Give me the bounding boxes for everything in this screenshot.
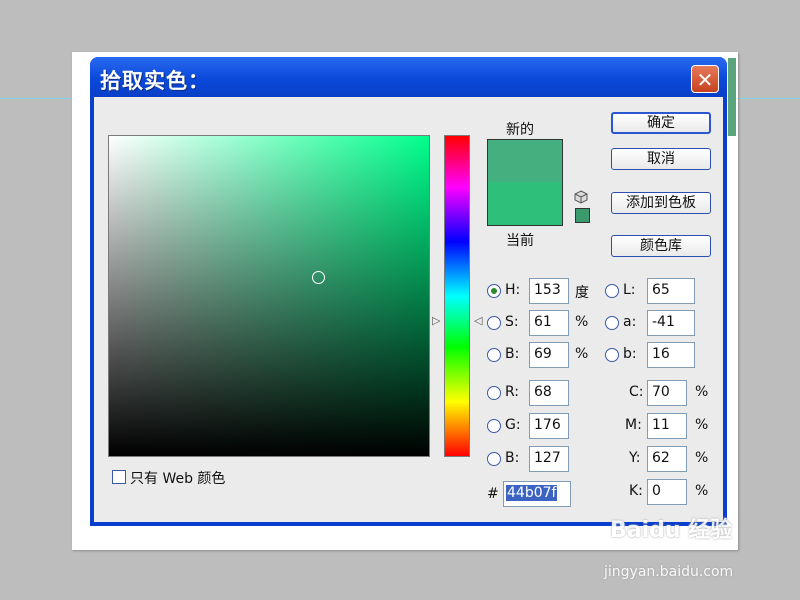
new-color-label: 新的 [506, 122, 534, 138]
close-icon[interactable]: ✕ [691, 65, 719, 93]
current-color-label: 当前 [506, 233, 534, 249]
dialog-body: ▷ ◁ 新的 当前 确定 取消 添加到色板 颜色库 H: 153 度 S: 61… [94, 97, 723, 522]
title-bar[interactable]: 拾取实色： ✕ [90, 57, 727, 97]
lab-b-input[interactable]: 16 [647, 342, 695, 368]
c-label: C: [629, 384, 644, 400]
add-to-swatches-button[interactable]: 添加到色板 [611, 192, 711, 214]
radio-b[interactable] [487, 348, 501, 362]
hue-slider-right-arrow-icon[interactable]: ◁ [474, 314, 482, 327]
watermark-logo: Baidu 经验 [610, 518, 733, 543]
c-unit: % [695, 384, 709, 400]
dialog-title: 拾取实色： [100, 69, 210, 93]
y-input[interactable]: 62 [647, 446, 687, 472]
color-libraries-button[interactable]: 颜色库 [611, 235, 711, 257]
r-input[interactable]: 68 [529, 380, 569, 406]
lab-b-label: b: [623, 346, 637, 362]
blue-label: B: [505, 450, 520, 466]
radio-s[interactable] [487, 316, 501, 330]
g-label: G: [505, 417, 521, 433]
h-unit: 度 [575, 285, 589, 301]
radio-blue[interactable] [487, 452, 501, 466]
radio-h[interactable] [487, 284, 501, 298]
a-input[interactable]: -41 [647, 310, 695, 336]
g-input[interactable]: 176 [529, 413, 569, 439]
current-color-swatch[interactable] [488, 182, 562, 225]
radio-l[interactable] [605, 284, 619, 298]
hex-value: 44b07f [506, 485, 558, 501]
m-label: M: [625, 417, 642, 433]
cancel-button[interactable]: 取消 [611, 148, 711, 170]
color-picker-dialog: 拾取实色： ✕ ▷ ◁ 新的 当前 确定 取消 添加到色板 颜色库 H: 153… [90, 57, 727, 526]
b-input[interactable]: 69 [529, 342, 569, 368]
l-label: L: [623, 282, 636, 298]
radio-r[interactable] [487, 386, 501, 400]
ok-button[interactable]: 确定 [611, 112, 711, 134]
canvas-edge [728, 58, 736, 136]
blue-input[interactable]: 127 [529, 446, 569, 472]
c-input[interactable]: 70 [647, 380, 687, 406]
color-compare-swatch [487, 139, 563, 226]
watermark-url: jingyan.baidu.com [604, 564, 734, 580]
radio-lab-b[interactable] [605, 348, 619, 362]
m-unit: % [695, 417, 709, 433]
s-input[interactable]: 61 [529, 310, 569, 336]
l-input[interactable]: 65 [647, 278, 695, 304]
out-of-web-gamut-cube-icon[interactable] [574, 190, 588, 204]
m-input[interactable]: 11 [647, 413, 687, 439]
r-label: R: [505, 384, 520, 400]
radio-g[interactable] [487, 419, 501, 433]
s-unit: % [575, 314, 589, 330]
b-label: B: [505, 346, 520, 362]
hex-input[interactable]: 44b07f [503, 481, 571, 507]
h-input[interactable]: 153 [529, 278, 569, 304]
hue-slider[interactable] [444, 135, 470, 457]
a-label: a: [623, 314, 637, 330]
radio-a[interactable] [605, 316, 619, 330]
hue-slider-left-arrow-icon[interactable]: ▷ [432, 314, 440, 327]
web-only-checkbox[interactable] [112, 470, 126, 484]
web-only-label: 只有 Web 颜色 [130, 471, 226, 487]
b-unit: % [575, 346, 589, 362]
k-unit: % [695, 483, 709, 499]
s-label: S: [505, 314, 519, 330]
new-color-swatch [488, 140, 562, 182]
picker-circle-icon[interactable] [312, 271, 325, 284]
hex-label: # [487, 486, 499, 502]
color-field[interactable] [108, 135, 430, 457]
web-safe-swatch[interactable] [575, 208, 590, 223]
y-unit: % [695, 450, 709, 466]
k-label: K: [629, 483, 643, 499]
h-label: H: [505, 282, 521, 298]
y-label: Y: [629, 450, 641, 466]
k-input[interactable]: 0 [647, 479, 687, 505]
